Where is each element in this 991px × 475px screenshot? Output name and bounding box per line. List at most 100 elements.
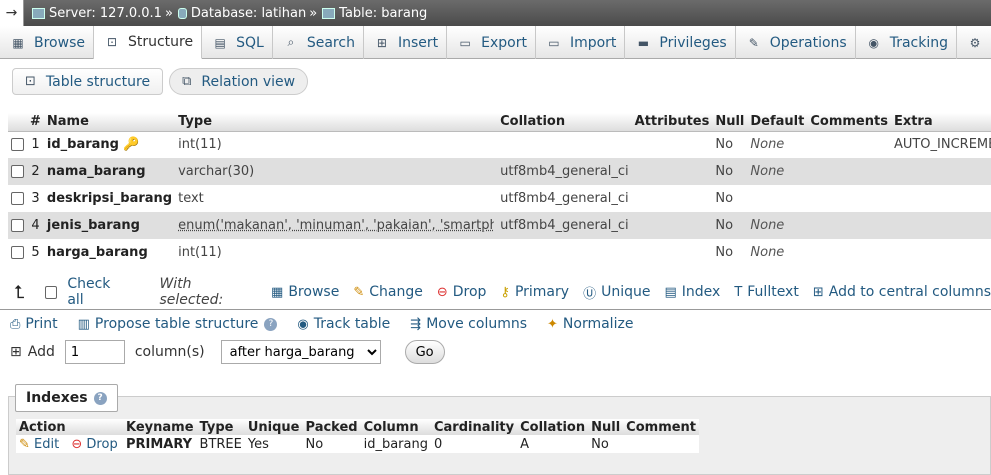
header-collation[interactable]: Collation: [497, 113, 632, 132]
header-default[interactable]: Default: [747, 113, 808, 132]
go-button[interactable]: Go: [404, 340, 445, 364]
tab-insert[interactable]: ⊞ Insert: [364, 26, 448, 59]
check-all-label[interactable]: Check all: [67, 276, 129, 308]
bulk-unique-button[interactable]: Ⓤ Unique: [583, 283, 650, 302]
propose-table-structure-link[interactable]: ▥ Propose table structure?: [78, 316, 278, 332]
bulk-change-button[interactable]: ✎ Change: [353, 284, 423, 300]
tab-privileges[interactable]: ▬ Privileges: [625, 26, 736, 59]
column-null: No: [712, 212, 748, 239]
unique-icon: Ⓤ: [583, 286, 597, 302]
normalize-link[interactable]: ✦ Normalize: [547, 316, 633, 332]
header-null[interactable]: Null: [712, 113, 748, 132]
sql-icon: ▤: [214, 35, 226, 50]
action-label: Index: [681, 284, 721, 300]
bulk-drop-button[interactable]: ⊖ Drop: [437, 284, 487, 300]
tab-import[interactable]: ▭ Import: [536, 26, 626, 59]
tab-tracking[interactable]: ◉ Tracking: [856, 26, 957, 59]
column-default: [747, 185, 808, 212]
edit-index-button[interactable]: ✎ Edit: [19, 437, 59, 452]
action-label: Change: [369, 284, 423, 300]
table-row[interactable]: 2 nama_barang varchar(30) utf8mb4_genera…: [8, 158, 991, 185]
structure-icon: ⊡: [106, 35, 118, 49]
bulk-index-button[interactable]: ▤ Index: [664, 284, 720, 300]
column-attributes: [631, 239, 713, 266]
table-row[interactable]: 1 id_barang 🔑 int(11) No None AUTO_INCRE…: [8, 131, 991, 158]
table-row: ✎ Edit ⊖ Drop PRIMARY BTREE Yes No id_ba…: [16, 435, 699, 453]
drop-index-button[interactable]: ⊖ Drop: [71, 437, 117, 452]
back-arrow-icon[interactable]: →: [0, 0, 24, 26]
bulk-primary-button[interactable]: ⚷ Primary: [500, 284, 569, 300]
tab-operations[interactable]: ✎ Operations: [736, 26, 856, 59]
bulk-browse-button[interactable]: ▦ Browse: [271, 284, 339, 300]
help-icon[interactable]: ?: [264, 317, 278, 331]
tab-search[interactable]: ⌕ Search: [273, 26, 364, 59]
table-row[interactable]: 3 deskripsi_barang text utf8mb4_general_…: [8, 185, 991, 212]
tool-label: Move columns: [426, 316, 528, 332]
header-column: Column: [360, 419, 431, 435]
column-count-input[interactable]: [64, 340, 125, 364]
table-row[interactable]: 5 harga_barang int(11) No None: [8, 239, 991, 266]
divider: [0, 309, 991, 310]
bulk-fulltext-button[interactable]: T Fulltext: [734, 284, 799, 300]
tab-export[interactable]: ▭ Export: [447, 26, 536, 59]
column-comments: [807, 131, 891, 158]
table-tools: ⎙ Print ▥ Propose table structure? ◉ Track …: [10, 316, 653, 332]
row-checkbox[interactable]: [11, 219, 24, 232]
row-checkbox[interactable]: [11, 165, 24, 178]
column-type: int(11): [175, 239, 498, 266]
row-checkbox[interactable]: [11, 192, 24, 205]
help-icon[interactable]: ?: [93, 391, 107, 405]
relation-view-button[interactable]: ⧉ Relation view: [169, 68, 309, 95]
tool-label: Track table: [313, 316, 391, 332]
tab-structure[interactable]: ⊡ Structure: [93, 26, 203, 59]
index-null: No: [591, 436, 609, 452]
action-label: Primary: [514, 284, 570, 300]
structure-icon: ⊡: [25, 74, 36, 89]
table-structure-button[interactable]: ⊡ Table structure: [12, 68, 164, 95]
with-selected-label: With selected:: [159, 276, 224, 308]
row-checkbox[interactable]: [11, 138, 24, 152]
column-position-select[interactable]: after harga_barang: [220, 340, 381, 364]
row-number: 3: [27, 185, 44, 212]
index-type: BTREE: [199, 436, 242, 452]
header-extra[interactable]: Extra: [890, 113, 991, 132]
add-to-central-columns-button[interactable]: ⊞ Add to central columns: [813, 284, 991, 300]
breadcrumb-server[interactable]: Server: 127.0.0.1: [49, 6, 162, 21]
triggers-icon: ⚙: [969, 35, 981, 50]
column-type: int(11): [175, 131, 498, 158]
tab-label: SQL: [236, 34, 264, 51]
column-attributes: [631, 185, 713, 212]
header-attributes[interactable]: Attributes: [631, 113, 713, 132]
header-type[interactable]: Type: [175, 113, 498, 132]
browse-icon: ▦: [12, 35, 24, 50]
tracking-icon: ◉: [868, 35, 879, 50]
tab-browse[interactable]: ▦ Browse: [0, 26, 94, 59]
column-name: harga_barang: [46, 245, 148, 260]
header-comments[interactable]: Comments: [807, 113, 891, 132]
column-collation: [497, 239, 632, 266]
move-columns-link[interactable]: ⇶ Move columns: [410, 316, 527, 332]
column-comments: [807, 158, 891, 185]
add-columns-form: ⊞ Add column(s) after harga_barang Go: [10, 340, 445, 364]
breadcrumb-table[interactable]: Table: barang: [339, 6, 427, 21]
tab-more[interactable]: ⚙: [957, 26, 991, 59]
tool-label: Propose table structure: [94, 316, 259, 332]
tab-label: Search: [306, 34, 355, 51]
print-link[interactable]: ⎙ Print: [10, 316, 58, 332]
table-row[interactable]: 4 jenis_barang enum('makanan', 'minuman'…: [8, 212, 991, 239]
index-cardinality: 0: [433, 436, 443, 452]
column-attributes: [631, 131, 713, 158]
breadcrumb-database[interactable]: Database: latihan: [191, 6, 306, 21]
header-null: Null: [588, 419, 624, 435]
header-name[interactable]: Name: [43, 113, 176, 132]
main-tabs: ▦ Browse ⊡ Structure ▤ SQL ⌕ Search ⊞ Insert …: [0, 26, 991, 59]
row-number: 5: [27, 239, 44, 266]
tab-sql[interactable]: ▤ SQL: [202, 26, 273, 59]
index-unique: Yes: [247, 436, 269, 452]
track-table-link[interactable]: ◉ Track table: [297, 316, 390, 332]
indexes-title: Indexes: [26, 390, 88, 406]
column-comments: [807, 239, 891, 266]
row-checkbox[interactable]: [11, 246, 24, 259]
pencil-icon: ✎: [19, 436, 30, 452]
check-all-checkbox[interactable]: [44, 285, 58, 299]
